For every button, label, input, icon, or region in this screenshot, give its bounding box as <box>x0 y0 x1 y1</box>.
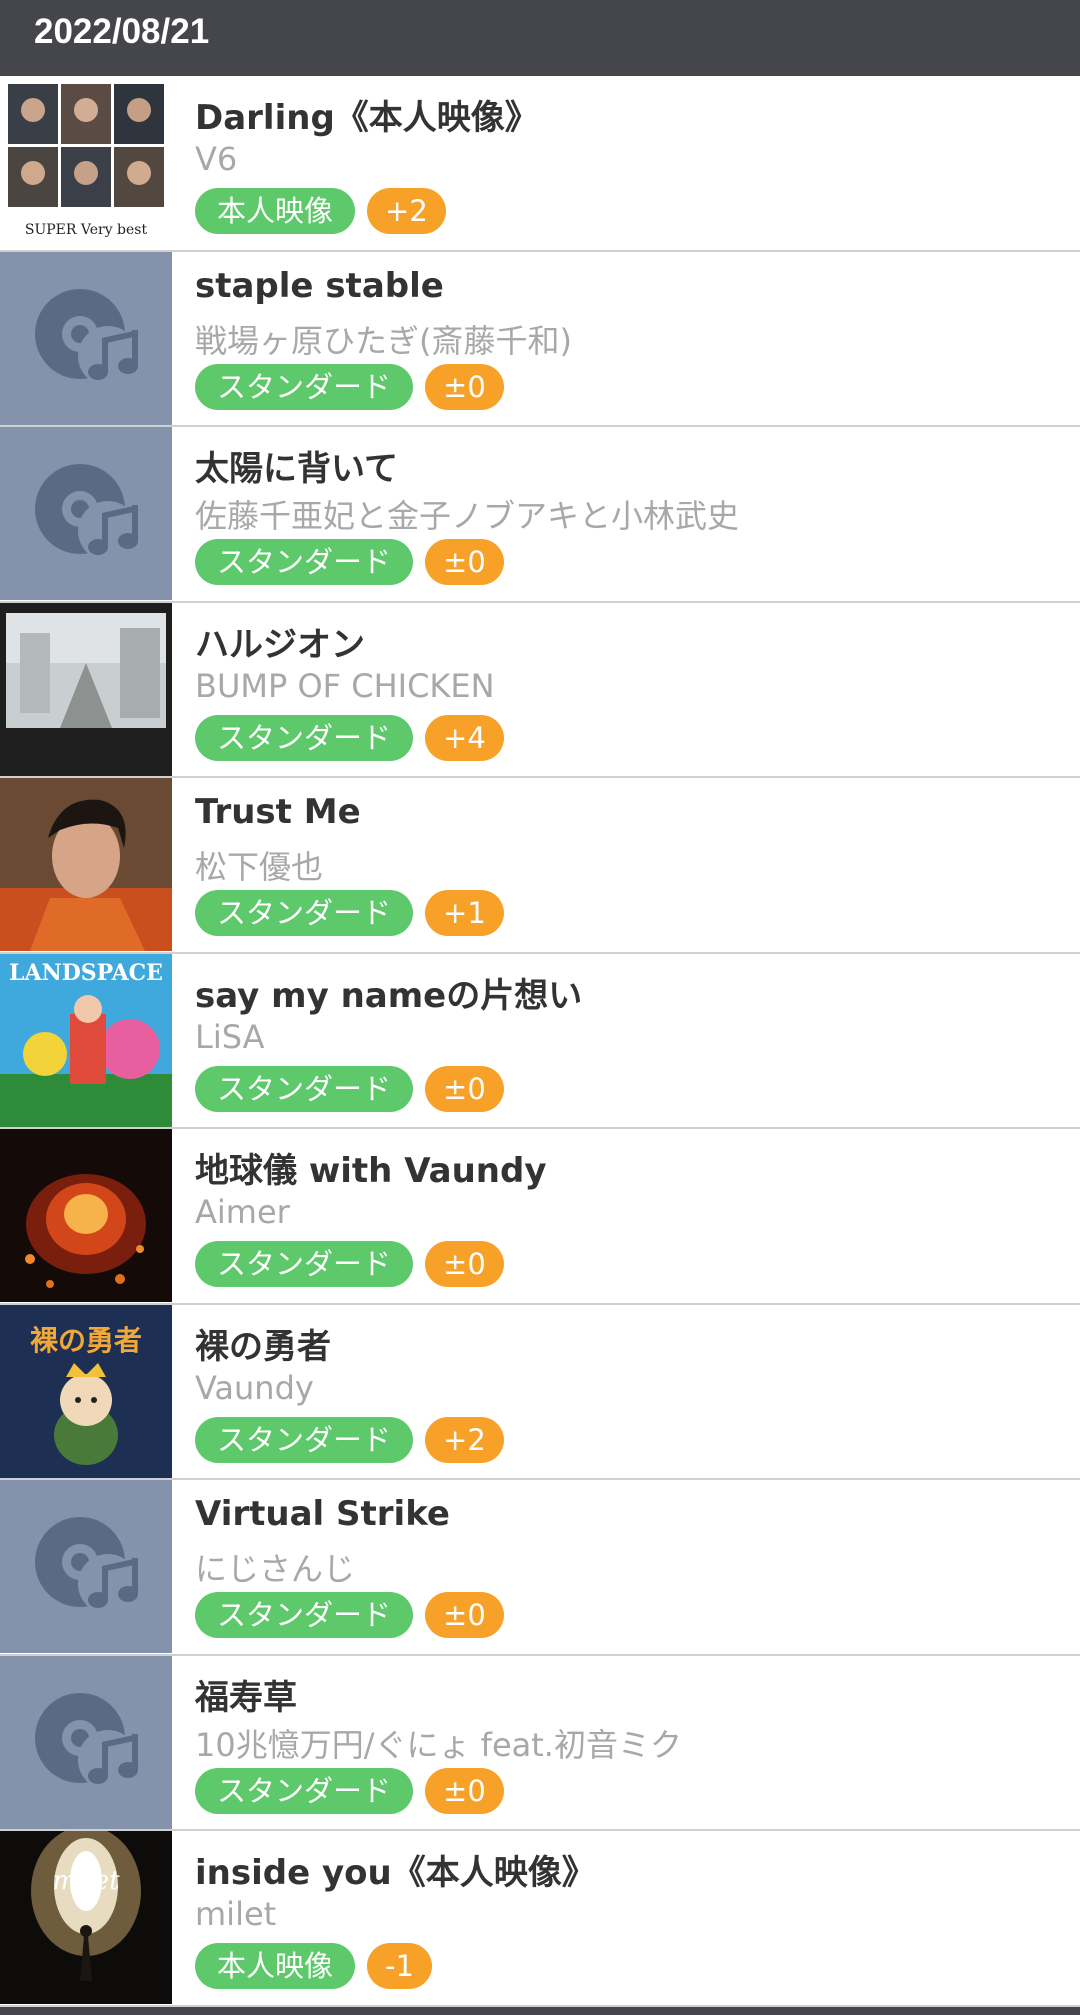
song-title: 福寿草 <box>195 1677 297 1718</box>
video-type-badge: スタンダード <box>195 539 414 585</box>
album-art-placeholder <box>0 427 172 600</box>
date-label: 2022/08/21 <box>34 12 210 51</box>
album-art <box>0 602 172 776</box>
key-badge: -1 <box>367 1943 432 1989</box>
key-badge: ±0 <box>425 1241 504 1287</box>
song-title: Darling《本人映像》 <box>195 98 539 138</box>
video-type-badge: スタンダード <box>195 890 414 936</box>
date-header: 2022/08/21 <box>0 0 1080 76</box>
song-row[interactable]: SUPER Very best Darling《本人映像》 V6 本人映像 +2 <box>0 76 1080 252</box>
artist-name: V6 <box>195 140 238 178</box>
song-row[interactable]: ハルジオン BUMP OF CHICKEN スタンダード +4 <box>0 602 1080 778</box>
song-title: Virtual Strike <box>195 1494 450 1534</box>
key-badge: +4 <box>425 714 504 761</box>
song-title: inside you《本人映像》 <box>195 1853 596 1893</box>
song-row[interactable]: 太陽に背いて 佐藤千亜妃と金子ノブアキと小林武史 スタンダード ±0 <box>0 427 1080 603</box>
album-art <box>0 778 172 951</box>
key-badge: ±0 <box>425 1767 504 1814</box>
video-type-badge: スタンダード <box>195 1592 414 1638</box>
key-badge: ±0 <box>425 539 504 585</box>
song-row[interactable]: 福寿草 10兆憶万円/ぐにょ feat.初音ミク スタンダード ±0 <box>0 1655 1080 1831</box>
song-row[interactable]: 地球儀 with Vaundy Aimer スタンダード ±0 <box>0 1129 1080 1305</box>
album-art: SUPER Very best <box>0 76 172 249</box>
artist-name: BUMP OF CHICKEN <box>195 666 495 705</box>
song-title: ハルジオン <box>195 624 365 665</box>
album-art-placeholder <box>0 1655 172 1829</box>
song-title: 裸の勇者 <box>195 1326 331 1367</box>
key-badge: ±0 <box>425 363 504 410</box>
video-type-badge: 本人映像 <box>195 1943 356 1989</box>
artist-name: 佐藤千亜妃と金子ノブアキと小林武史 <box>195 497 740 535</box>
video-type-badge: スタンダード <box>195 1065 414 1112</box>
artist-name: 松下優也 <box>195 848 324 886</box>
album-art-placeholder <box>0 251 172 425</box>
next-date-header-edge <box>0 2007 1080 2015</box>
song-row[interactable]: milet inside you《本人映像》 milet 本人映像 -1 <box>0 1831 1080 2007</box>
key-badge: +2 <box>425 1416 504 1463</box>
cover-text: LANDSPACE <box>9 960 163 986</box>
album-art: milet <box>0 1831 172 2004</box>
artist-name: にじさんじ <box>195 1550 356 1588</box>
music-disc-icon <box>0 1655 172 1829</box>
cover-text: milet <box>52 1866 120 1896</box>
album-art-placeholder <box>0 1480 172 1653</box>
song-row[interactable]: staple stable 戦場ヶ原ひたぎ(斎藤千和) スタンダード ±0 <box>0 251 1080 427</box>
music-disc-icon <box>0 1480 172 1653</box>
album-art: LANDSPACE <box>0 953 172 1127</box>
album-art: 裸の勇者 <box>0 1304 172 1478</box>
artist-name: milet <box>195 1895 277 1933</box>
song-history-list: SUPER Very best Darling《本人映像》 V6 本人映像 +2 <box>0 76 1080 2007</box>
song-row[interactable]: LANDSPACE say my nameの片想い LiSA スタンダード ±0 <box>0 953 1080 1129</box>
video-type-badge: スタンダード <box>195 1416 414 1463</box>
song-title: Trust Me <box>195 792 361 832</box>
artist-name: 戦場ヶ原ひたぎ(斎藤千和) <box>195 321 572 360</box>
video-type-badge: スタンダード <box>195 1767 414 1814</box>
song-row[interactable]: Virtual Strike にじさんじ スタンダード ±0 <box>0 1480 1080 1656</box>
video-type-badge: 本人映像 <box>195 188 356 234</box>
music-disc-icon <box>0 251 172 425</box>
song-row[interactable]: Trust Me 松下優也 スタンダード +1 <box>0 778 1080 954</box>
video-type-badge: スタンダード <box>195 363 414 410</box>
song-title: 地球儀 with Vaundy <box>195 1151 547 1191</box>
key-badge: +2 <box>367 188 446 234</box>
album-art <box>0 1129 172 1302</box>
song-title: say my nameの片想い <box>195 975 583 1016</box>
key-badge: ±0 <box>425 1592 504 1638</box>
song-row[interactable]: 裸の勇者 裸の勇者 Vaundy スタンダード +2 <box>0 1304 1080 1480</box>
video-type-badge: スタンダード <box>195 714 414 761</box>
artist-name: Vaundy <box>195 1368 314 1407</box>
key-badge: +1 <box>425 890 504 936</box>
video-type-badge: スタンダード <box>195 1241 414 1287</box>
key-badge: ±0 <box>425 1065 504 1112</box>
cover-text: SUPER Very best <box>25 222 148 238</box>
song-title: staple stable <box>195 265 444 306</box>
music-disc-icon <box>0 427 172 600</box>
artist-name: Aimer <box>195 1193 290 1231</box>
song-title: 太陽に背いて <box>195 449 398 489</box>
cover-text: 裸の勇者 <box>30 1324 142 1357</box>
artist-name: 10兆憶万円/ぐにょ feat.初音ミク <box>195 1725 682 1764</box>
artist-name: LiSA <box>195 1017 265 1056</box>
